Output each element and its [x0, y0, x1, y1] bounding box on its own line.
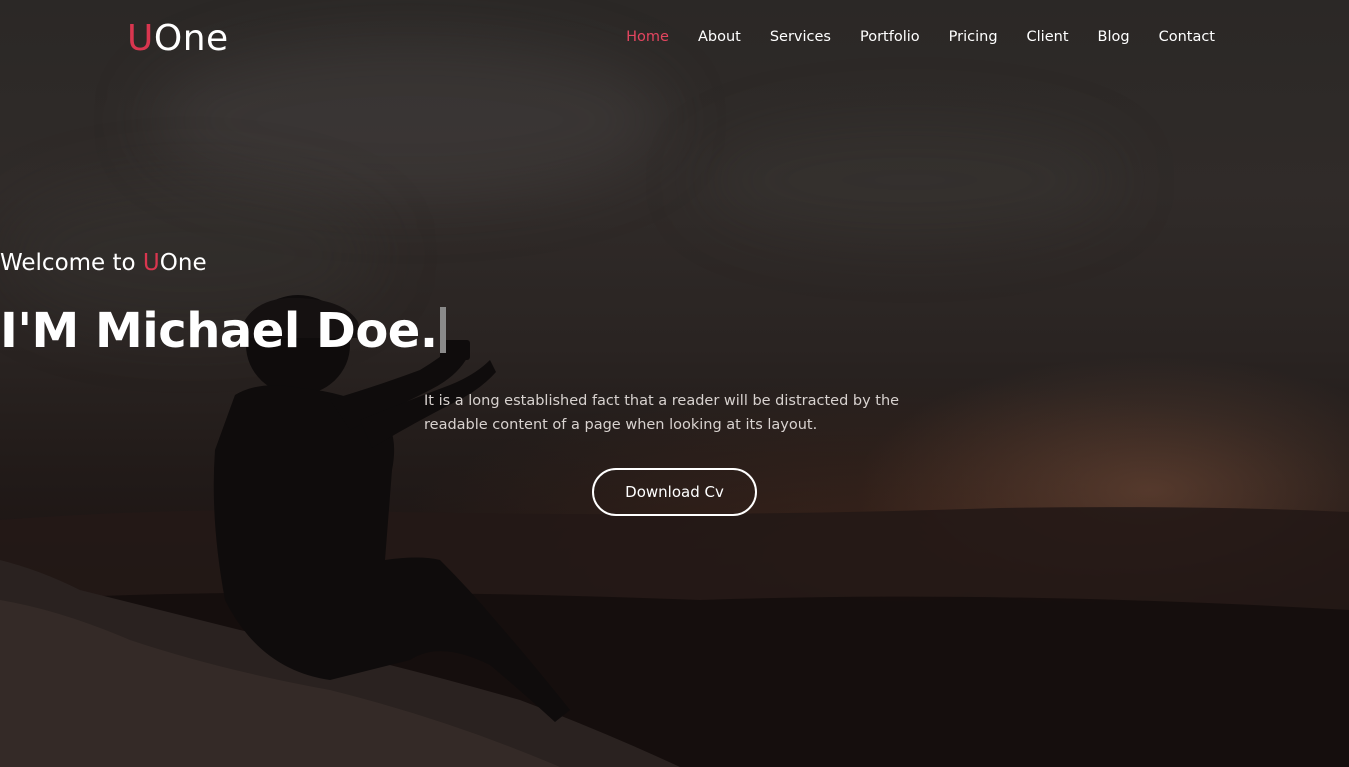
- nav-item-pricing[interactable]: Pricing: [949, 29, 998, 45]
- nav-item-blog[interactable]: Blog: [1098, 29, 1130, 45]
- description-line: readable content of a page when looking …: [424, 417, 818, 433]
- nav-item-portfolio[interactable]: Portfolio: [860, 29, 920, 45]
- logo-text: One: [153, 18, 229, 59]
- nav-menu: Home About Services Portfolio Pricing Cl…: [597, 29, 1215, 45]
- welcome-heading: Welcome to UOne: [0, 250, 1349, 276]
- hero-background: [0, 0, 1349, 767]
- nav-item-home[interactable]: Home: [626, 29, 669, 45]
- nav-item-services[interactable]: Services: [770, 29, 831, 45]
- nav-item-contact[interactable]: Contact: [1159, 29, 1215, 45]
- description-line: It is a long established fact that a rea…: [424, 393, 900, 409]
- brand-logo[interactable]: UOne: [127, 17, 229, 61]
- headline-text: I'M Michael Doe.: [0, 303, 438, 359]
- hero-headline: I'M Michael Doe.: [0, 303, 1349, 359]
- welcome-text: Welcome to: [0, 250, 143, 276]
- nav-item-client[interactable]: Client: [1027, 29, 1069, 45]
- hero-description: It is a long established fact that a rea…: [424, 389, 924, 437]
- download-cv-button[interactable]: Download Cv: [592, 468, 757, 516]
- typing-cursor: [439, 307, 446, 353]
- top-navigation: UOne Home About Services Portfolio Prici…: [0, 0, 1349, 78]
- download-cv-label: Download Cv: [625, 483, 724, 501]
- nav-item-about[interactable]: About: [698, 29, 741, 45]
- logo-accent-letter: U: [127, 18, 154, 59]
- landscape-silhouette: [0, 295, 1349, 767]
- welcome-brand-accent: U: [142, 250, 160, 276]
- welcome-brand-rest: One: [159, 250, 207, 276]
